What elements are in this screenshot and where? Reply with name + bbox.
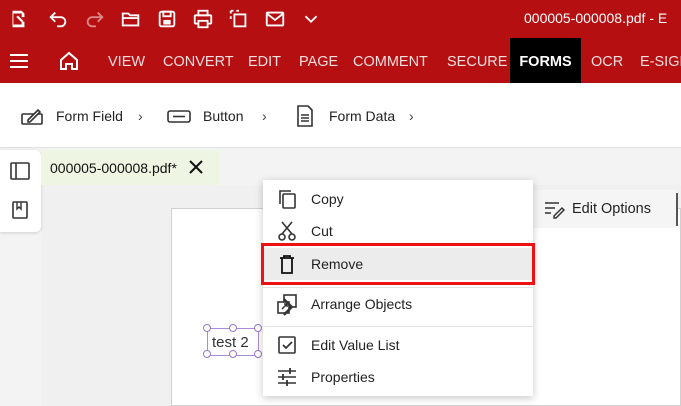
copy-icon	[279, 190, 296, 209]
field-value: test 2	[212, 334, 249, 351]
edit-value-list-label: Edit Value List	[311, 337, 400, 353]
menu-edit[interactable]: EDIT	[248, 38, 281, 83]
scan-icon[interactable]	[227, 7, 251, 31]
context-menu-copy[interactable]: Copy	[263, 183, 533, 215]
open-folder-icon[interactable]	[119, 7, 143, 31]
chevron-right-icon	[282, 298, 294, 316]
checkbox-icon	[278, 336, 296, 354]
title-bar: 000005-000008.pdf - E	[0, 0, 681, 38]
menu-divider	[263, 326, 533, 327]
menu-forms[interactable]: FORMS	[510, 38, 581, 83]
toolbar-divider	[676, 193, 678, 226]
menu-convert[interactable]: CONVERT	[163, 38, 234, 83]
menu-comment[interactable]: COMMENT	[353, 38, 428, 83]
button-icon	[167, 109, 191, 123]
menu-esign[interactable]: E-SIGN	[640, 38, 681, 83]
bookmark-panel-icon[interactable]	[9, 199, 31, 221]
edit-options-icon	[545, 202, 565, 219]
save-icon[interactable]	[155, 7, 179, 31]
text-form-field[interactable]: test 2	[203, 324, 262, 358]
app-logo-icon[interactable]	[6, 7, 30, 31]
resize-handle[interactable]	[254, 350, 262, 358]
button-tool[interactable]: Button	[167, 83, 243, 148]
menu-ocr[interactable]: OCR	[591, 38, 623, 83]
form-field-button[interactable]: Form Field	[20, 83, 123, 148]
form-data-label: Form Data	[329, 107, 396, 124]
menu-bar: VIEW CONVERT EDIT PAGE COMMENT SECURE FO…	[0, 38, 681, 83]
resize-handle[interactable]	[229, 324, 237, 332]
resize-handle[interactable]	[203, 350, 211, 358]
redo-icon[interactable]	[83, 7, 107, 31]
scissors-icon	[278, 221, 296, 241]
menu-secure[interactable]: SECURE	[447, 38, 507, 83]
chevron-right-icon: ›	[262, 108, 267, 124]
context-menu-edit-value-list[interactable]: Edit Value List	[263, 329, 533, 361]
context-menu-properties[interactable]: Properties	[263, 361, 533, 393]
cut-label: Cut	[311, 223, 333, 239]
form-field-icon	[21, 108, 43, 125]
hamburger-menu-icon[interactable]	[9, 51, 29, 71]
home-icon[interactable]	[58, 50, 80, 72]
resize-handle[interactable]	[254, 324, 262, 332]
side-panel	[0, 150, 41, 232]
undo-icon[interactable]	[46, 7, 70, 31]
edit-options-label: Edit Options	[572, 201, 651, 217]
ribbon: Form Field › Button › Form Data ›	[0, 83, 681, 148]
resize-handle[interactable]	[203, 324, 211, 332]
chevron-right-icon: ›	[409, 108, 414, 124]
tab-document[interactable]: 000005-000008.pdf*	[41, 150, 219, 185]
menu-page[interactable]: PAGE	[299, 38, 338, 83]
properties-label: Properties	[311, 369, 375, 385]
resize-handle[interactable]	[229, 350, 237, 358]
highlight-box	[261, 243, 535, 285]
tab-filename: 000005-000008.pdf*	[50, 159, 177, 176]
menu-view[interactable]: VIEW	[108, 38, 145, 83]
arrange-objects-label: Arrange Objects	[311, 296, 413, 312]
close-icon[interactable]	[187, 158, 205, 176]
form-field-label: Form Field	[56, 107, 123, 124]
form-data-icon	[297, 104, 313, 127]
thumbnails-panel-icon[interactable]	[9, 160, 31, 182]
context-menu-arrange-objects[interactable]: Arrange Objects	[263, 288, 533, 320]
copy-label: Copy	[311, 191, 344, 207]
chevron-right-icon: ›	[138, 108, 143, 124]
form-data-button[interactable]: Form Data	[293, 83, 395, 148]
document-title: 000005-000008.pdf - E	[524, 10, 668, 26]
chevron-down-icon[interactable]	[299, 7, 323, 31]
print-icon[interactable]	[191, 7, 215, 31]
properties-icon	[278, 368, 296, 386]
mail-icon[interactable]	[263, 7, 287, 31]
button-label: Button	[203, 107, 244, 124]
edit-options-button[interactable]: Edit Options	[532, 190, 677, 228]
context-menu: Copy Cut Remove Arrange Objects Edit Val…	[263, 180, 533, 396]
